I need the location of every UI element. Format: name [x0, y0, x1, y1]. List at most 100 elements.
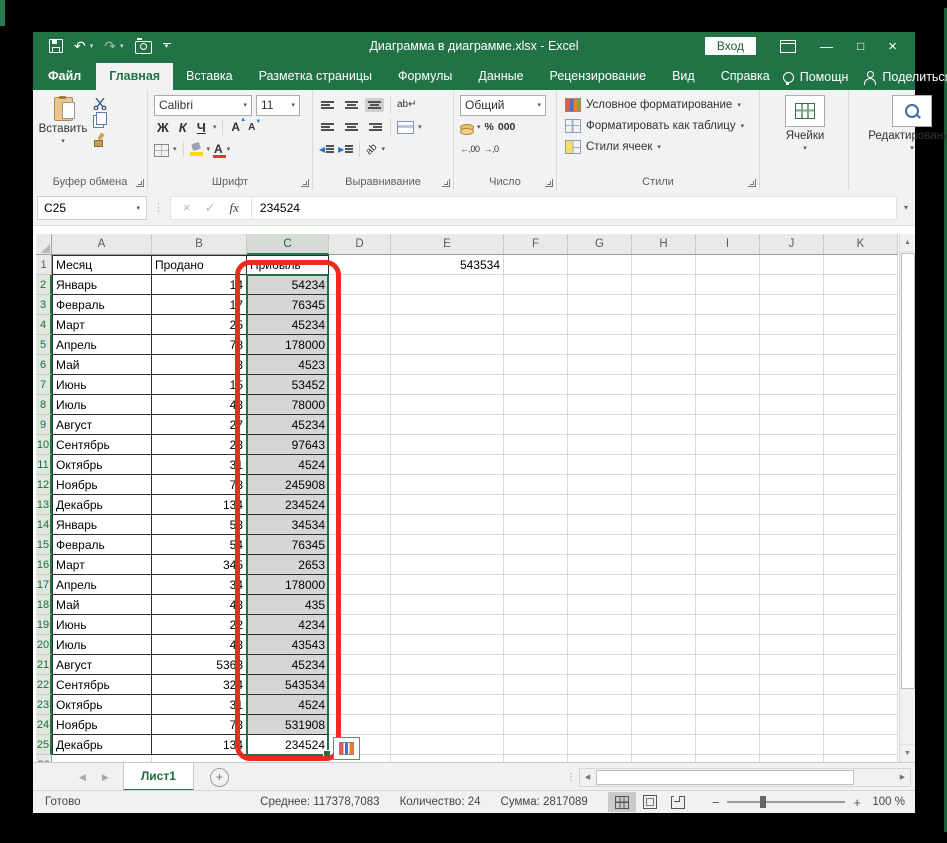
undo-dropdown-icon[interactable]: ▾ [90, 42, 94, 50]
column-header-C[interactable]: C [247, 234, 329, 255]
cell-J12[interactable] [760, 475, 824, 495]
paste-button[interactable]: Вставить ▾ [39, 94, 87, 173]
cell-J16[interactable] [760, 555, 824, 575]
cell-I9[interactable] [696, 415, 760, 435]
cell-I4[interactable] [696, 315, 760, 335]
fill-color-icon[interactable] [189, 143, 203, 156]
cell-H8[interactable] [632, 395, 696, 415]
cell-A23[interactable]: Октябрь [52, 695, 152, 715]
row-header-14[interactable]: 14 [36, 515, 52, 535]
column-header-A[interactable]: A [52, 234, 152, 255]
cell-G6[interactable] [568, 355, 632, 375]
cell-K1[interactable] [824, 255, 898, 275]
cell-B3[interactable]: 17 [152, 295, 247, 315]
cell-A18[interactable]: Май [52, 595, 152, 615]
column-header-F[interactable]: F [504, 234, 568, 255]
save-icon[interactable] [49, 39, 63, 53]
cell-H26[interactable] [632, 755, 696, 762]
tab-формулы[interactable]: Формулы [385, 63, 465, 90]
cell-E23[interactable] [391, 695, 504, 715]
cell-B13[interactable]: 134 [152, 495, 247, 515]
cell-E3[interactable] [391, 295, 504, 315]
cell-C16[interactable]: 2653 [247, 555, 329, 575]
cell-K3[interactable] [824, 295, 898, 315]
cell-C11[interactable]: 4524 [247, 455, 329, 475]
insert-function-icon[interactable]: fx [230, 200, 239, 216]
cell-E8[interactable] [391, 395, 504, 415]
cut-icon[interactable] [93, 98, 107, 110]
cell-A7[interactable]: Июнь [52, 375, 152, 395]
cell-J8[interactable] [760, 395, 824, 415]
cell-J25[interactable] [760, 735, 824, 755]
cell-K6[interactable] [824, 355, 898, 375]
cell-I16[interactable] [696, 555, 760, 575]
cell-D5[interactable] [329, 335, 391, 355]
minimize-button[interactable]: — [820, 40, 833, 53]
decrease-font-button[interactable]: А ▼ [246, 119, 261, 133]
cell-C25[interactable]: 234524 [247, 735, 329, 755]
cell-I23[interactable] [696, 695, 760, 715]
cell-K9[interactable] [824, 415, 898, 435]
format-painter-icon[interactable] [93, 133, 106, 147]
row-header-12[interactable]: 12 [36, 475, 52, 495]
cell-H12[interactable] [632, 475, 696, 495]
cell-J2[interactable] [760, 275, 824, 295]
select-all-corner[interactable] [36, 234, 52, 255]
cell-D17[interactable] [329, 575, 391, 595]
underline-dropdown-icon[interactable]: ▾ [213, 123, 217, 131]
row-header-1[interactable]: 1 [36, 255, 52, 275]
cell-D23[interactable] [329, 695, 391, 715]
tab-главная[interactable]: Главная [96, 63, 174, 90]
row-header-21[interactable]: 21 [36, 655, 52, 675]
cell-D6[interactable] [329, 355, 391, 375]
camera-icon[interactable] [134, 37, 152, 54]
cell-A26[interactable] [52, 755, 152, 762]
cell-F15[interactable] [504, 535, 568, 555]
cell-E2[interactable] [391, 275, 504, 295]
cell-E7[interactable] [391, 375, 504, 395]
cell-F10[interactable] [504, 435, 568, 455]
cell-I2[interactable] [696, 275, 760, 295]
cell-J3[interactable] [760, 295, 824, 315]
row-header-8[interactable]: 8 [36, 395, 52, 415]
clipboard-dialog-launcher-icon[interactable] [136, 179, 144, 187]
cell-B21[interactable]: 5363 [152, 655, 247, 675]
row-header-7[interactable]: 7 [36, 375, 52, 395]
cell-H23[interactable] [632, 695, 696, 715]
cell-C8[interactable]: 78000 [247, 395, 329, 415]
cell-F13[interactable] [504, 495, 568, 515]
cell-G25[interactable] [568, 735, 632, 755]
font-color-icon[interactable]: А [213, 143, 226, 158]
cell-C5[interactable]: 178000 [247, 335, 329, 355]
cell-B4[interactable]: 25 [152, 315, 247, 335]
cell-C14[interactable]: 34534 [247, 515, 329, 535]
cell-I19[interactable] [696, 615, 760, 635]
cell-H3[interactable] [632, 295, 696, 315]
borders-dropdown-icon[interactable]: ▾ [173, 145, 177, 153]
cell-G20[interactable] [568, 635, 632, 655]
cell-J21[interactable] [760, 655, 824, 675]
cell-G8[interactable] [568, 395, 632, 415]
cell-A6[interactable]: Май [52, 355, 152, 375]
font-color-dropdown-icon[interactable]: ▾ [227, 145, 231, 153]
cell-G15[interactable] [568, 535, 632, 555]
tab-справка[interactable]: Справка [708, 63, 783, 90]
cell-A17[interactable]: Апрель [52, 575, 152, 595]
row-header-11[interactable]: 11 [36, 455, 52, 475]
cell-D10[interactable] [329, 435, 391, 455]
cell-F19[interactable] [504, 615, 568, 635]
cell-J4[interactable] [760, 315, 824, 335]
cell-E9[interactable] [391, 415, 504, 435]
cell-K23[interactable] [824, 695, 898, 715]
cell-H2[interactable] [632, 275, 696, 295]
row-header-22[interactable]: 22 [36, 675, 52, 695]
cell-F16[interactable] [504, 555, 568, 575]
row-header-17[interactable]: 17 [36, 575, 52, 595]
cell-J5[interactable] [760, 335, 824, 355]
cell-B6[interactable]: 3 [152, 355, 247, 375]
cell-H13[interactable] [632, 495, 696, 515]
cell-J15[interactable] [760, 535, 824, 555]
cell-A11[interactable]: Октябрь [52, 455, 152, 475]
zoom-in-button[interactable]: + [853, 795, 861, 810]
number-dialog-launcher-icon[interactable] [545, 179, 553, 187]
